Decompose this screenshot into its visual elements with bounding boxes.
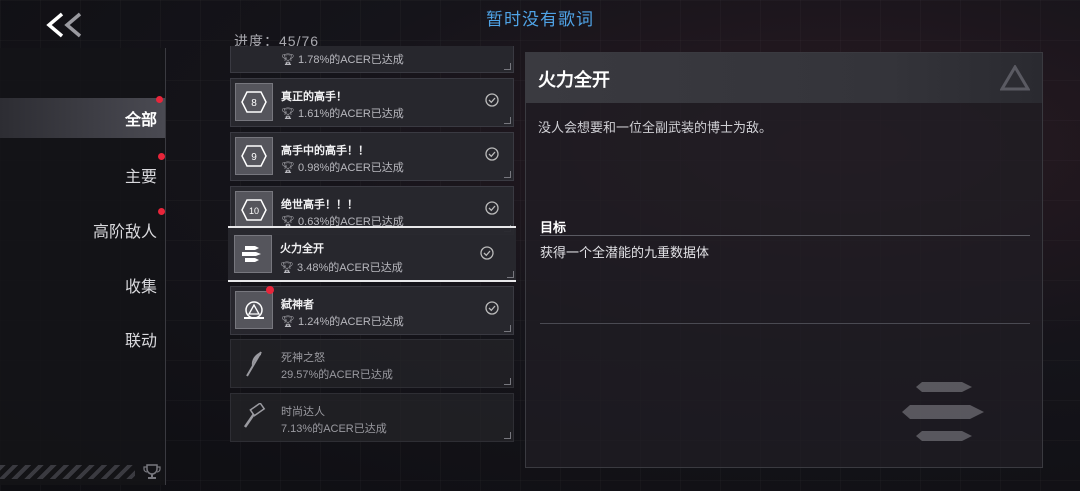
achievement-name: 时尚达人 [281,406,325,418]
checkmark-icon [485,301,499,315]
missiles-icon [902,382,984,441]
checkmark-icon [485,147,499,161]
achievement-list[interactable]: 🏆︎ 1.78%的ACER已达成 8 真正的高手！ 🏆︎ 1.61%的ACER已… [228,46,516,446]
trophy-icon: 🏆︎ [281,162,299,174]
category-sidebar: 全部 主要 高阶敌人 收集 联动 [0,48,166,485]
achievement-name: 死神之怒 [281,352,325,364]
detail-title: 火力全开 [538,70,610,90]
corner-mark [504,63,511,70]
divider [540,323,1030,324]
missiles-icon [234,235,272,273]
achievement-percent: 🏆︎ 1.78%的ACER已达成 [281,54,404,66]
achievement-name: 绝世高手！！！ [281,199,358,211]
goal-text: 获得一个全潜能的九重数据体 [540,245,710,260]
achievement-percent: 🏆︎ 1.61%的ACER已达成 [281,108,404,120]
achievement-item[interactable]: 8 真正的高手！ 🏆︎ 1.61%的ACER已达成 [230,78,514,127]
achievement-name: 火力全开 [280,243,324,255]
notification-dot [156,96,163,103]
sidebar-item-label: 收集 [124,279,157,296]
achievement-percent: 🏆︎ 3.48%的ACER已达成 [280,262,403,274]
logo-watermark-icon [1000,65,1030,91]
goal-label: 目标 [540,220,567,235]
achievement-item-selected[interactable]: 火力全开 🏆︎ 3.48%的ACER已达成 [228,226,516,282]
corner-mark [504,117,511,124]
sidebar-item-label: 全部 [124,112,157,129]
sidebar-item-elite-enemies[interactable]: 高阶敌人 [92,208,165,242]
badge-10-icon: 10 [235,191,273,229]
corner-mark [504,171,511,178]
achievement-item[interactable]: 弑神者 🏆︎ 1.24%的ACER已达成 [230,286,514,335]
lyrics-label: 暂时没有歌词 [486,10,594,29]
achievement-name: 弑神者 [281,299,314,311]
badge-9-icon: 9 [235,137,273,175]
checkmark-icon [480,246,494,260]
achievement-percent: 7.13%的ACER已达成 [281,423,387,435]
corner-mark [507,271,514,278]
sidebar-item-all[interactable]: 全部 [0,96,165,138]
sidebar-item-label: 高阶敌人 [92,224,157,241]
checkmark-icon [485,201,499,215]
achievement-item[interactable]: 9 高手中的高手！！ 🏆︎ 0.98%的ACER已达成 [230,132,514,181]
trophy-icon [143,464,161,479]
achievement-item[interactable]: 🏆︎ 1.78%的ACER已达成 [230,46,514,73]
notification-dot [158,153,165,160]
godslayer-icon [235,291,273,329]
divider [540,235,1030,236]
trophy-icon: 🏆︎ [281,54,299,66]
notification-dot [266,286,274,294]
svg-text:10: 10 [249,206,259,216]
detail-description: 没人会想要和一位全副武装的博士为敌。 [538,120,773,135]
trophy-icon: 🏆︎ [281,316,299,328]
achievement-percent: 🏆︎ 1.24%的ACER已达成 [281,316,404,328]
decorative-stripes [0,465,135,479]
achievement-name: 真正的高手！ [281,91,347,103]
sidebar-item-collection[interactable]: 收集 [125,273,157,297]
corner-mark [504,378,511,385]
trophy-icon: 🏆︎ [281,108,299,120]
sidebar-item-main[interactable]: 主要 [124,153,165,187]
badge-8-icon: 8 [235,83,273,121]
checkmark-icon [485,93,499,107]
achievement-detail-panel: 火力全开 没人会想要和一位全副武装的博士为敌。 目标 获得一个全潜能的九重数据体 [525,52,1043,468]
achievement-percent: 🏆︎ 0.98%的ACER已达成 [281,162,404,174]
achievement-percent: 29.57%的ACER已达成 [281,369,393,381]
sidebar-item-label: 联动 [124,333,157,350]
corner-mark [504,325,511,332]
detail-header: 火力全开 [526,53,1042,103]
achievement-item-locked[interactable]: 死神之怒 29.57%的ACER已达成 [230,339,514,388]
sidebar-item-collab[interactable]: 联动 [125,327,157,351]
svg-text:9: 9 [251,152,257,163]
corner-mark [504,432,511,439]
notification-dot [158,208,165,215]
trophy-icon: 🏆︎ [280,262,298,274]
sidebar-item-label: 主要 [124,169,157,186]
achievement-name: 高手中的高手！！ [281,145,369,157]
hammer-icon [235,398,273,436]
svg-text:8: 8 [251,98,257,109]
scythe-icon [235,344,273,382]
achievement-item-locked[interactable]: 时尚达人 7.13%的ACER已达成 [230,393,514,442]
